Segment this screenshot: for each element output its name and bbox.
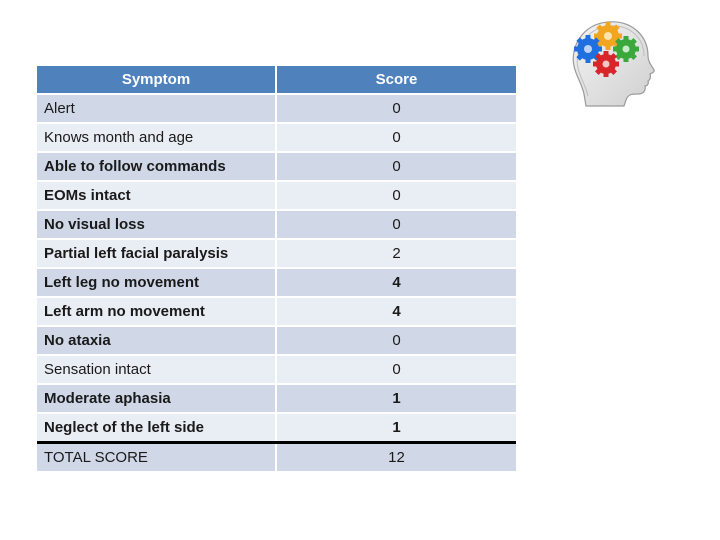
total-label: TOTAL SCORE [37, 441, 276, 471]
score-cell: 1 [275, 413, 516, 444]
table-row: Left arm no movement 4 [37, 297, 516, 327]
table-row: Left leg no movement 4 [37, 268, 516, 298]
table-row: Moderate aphasia 1 [37, 384, 516, 414]
score-cell: 0 [275, 152, 516, 182]
gear-green-icon [613, 36, 639, 62]
score-cell: 0 [275, 210, 516, 240]
slide: Symptom Score Alert 0 Knows month and ag… [0, 0, 720, 540]
gear-red-icon [593, 51, 619, 77]
symptom-cell: Neglect of the left side [37, 413, 276, 444]
table-row: No ataxia 0 [37, 326, 516, 356]
symptom-cell: Left arm no movement [37, 297, 276, 327]
symptom-cell: Alert [37, 94, 276, 124]
header-score: Score [276, 66, 516, 95]
score-cell: 0 [275, 355, 516, 385]
symptom-cell: Sensation intact [37, 355, 276, 385]
score-cell: 4 [275, 297, 516, 327]
symptom-cell: EOMs intact [37, 181, 276, 211]
table-row: Alert 0 [37, 94, 516, 124]
symptom-cell: No ataxia [37, 326, 276, 356]
table-row: Knows month and age 0 [37, 123, 516, 153]
score-cell: 2 [275, 239, 516, 269]
symptom-cell: Left leg no movement [37, 268, 276, 298]
table-row: EOMs intact 0 [37, 181, 516, 211]
brain-gears-icon [572, 21, 655, 107]
table-header-row: Symptom Score [37, 66, 516, 95]
total-row: TOTAL SCORE 12 [37, 441, 516, 471]
nihss-score-table: Symptom Score Alert 0 Knows month and ag… [37, 66, 516, 471]
symptom-cell: Partial left facial paralysis [37, 239, 276, 269]
symptom-cell: Able to follow commands [37, 152, 276, 182]
total-score: 12 [275, 441, 516, 471]
score-cell: 0 [275, 326, 516, 356]
symptom-cell: Moderate aphasia [37, 384, 276, 414]
table-row: Able to follow commands 0 [37, 152, 516, 182]
score-cell: 0 [275, 94, 516, 124]
symptom-cell: No visual loss [37, 210, 276, 240]
table-row: Neglect of the left side 1 [37, 413, 516, 444]
table-row: Sensation intact 0 [37, 355, 516, 385]
table-row: Partial left facial paralysis 2 [37, 239, 516, 269]
score-cell: 1 [275, 384, 516, 414]
score-cell: 0 [275, 181, 516, 211]
score-cell: 0 [275, 123, 516, 153]
symptom-cell: Knows month and age [37, 123, 276, 153]
header-symptom: Symptom [37, 66, 277, 95]
table-row: No visual loss 0 [37, 210, 516, 240]
score-cell: 4 [275, 268, 516, 298]
